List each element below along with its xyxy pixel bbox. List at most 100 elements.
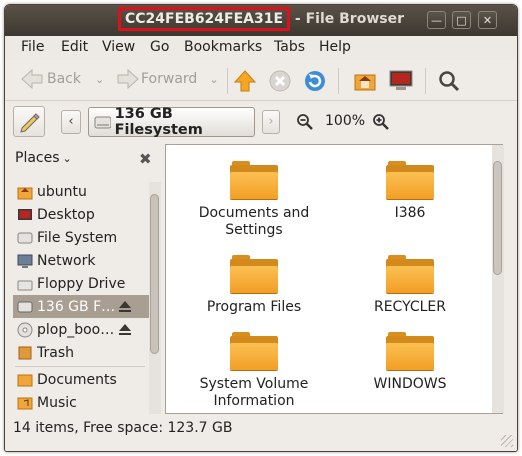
home-folder-icon[interactable] [353, 69, 377, 93]
places-dropdown[interactable]: Places ⌄ [15, 150, 72, 166]
sidebar-item-floppy-drive[interactable]: Floppy Drive [13, 272, 149, 295]
menu-edit[interactable]: Edit [61, 39, 88, 55]
close-button[interactable]: ✕ [478, 11, 497, 29]
location-bar: ‹ 136 GB Filesystem › 100% [5, 101, 517, 143]
file-view-scrollbar[interactable] [492, 145, 504, 413]
path-button-filesystem[interactable]: 136 GB Filesystem [88, 106, 255, 138]
forward-arrow-icon [117, 68, 139, 90]
toolbar-separator [227, 68, 228, 94]
eject-icon[interactable] [117, 321, 133, 341]
forward-history-chevron-icon[interactable]: ⌄ [209, 73, 218, 86]
folder-icon [386, 332, 434, 370]
folder-name: Program Files [206, 299, 302, 315]
cd-icon [17, 322, 33, 338]
sidebar-item-label: Desktop [37, 206, 95, 223]
path-label: 136 GB Filesystem [114, 106, 203, 138]
folder-name: System Volume Information [199, 376, 309, 409]
network-icon [17, 253, 33, 269]
toolbar-separator [338, 68, 339, 94]
back-history-chevron-icon[interactable]: ⌄ [95, 73, 104, 86]
back-button[interactable]: Back ⌄ [19, 67, 104, 91]
folder-icon [386, 255, 434, 293]
menu-bar: File Edit View Go Bookmarks Tabs Help [5, 36, 517, 60]
sidebar-item-label: File System [37, 229, 118, 246]
folder-icon [230, 161, 278, 199]
sidebar-divider [15, 366, 145, 367]
folder-item[interactable]: WINDOWS [350, 332, 470, 393]
sidebar-item-file-system[interactable]: File System [13, 226, 149, 249]
drive-icon [17, 230, 33, 246]
maximize-button[interactable]: □ [452, 11, 471, 29]
sidebar-scrollbar[interactable] [149, 182, 161, 414]
folder-name: WINDOWS [373, 376, 447, 392]
sidebar-item-plop-boot[interactable]: plop_boo… [13, 318, 149, 341]
zoom-level[interactable]: 100% [325, 113, 365, 129]
forward-label: Forward [141, 71, 198, 87]
folder-item[interactable]: RECYCLER [350, 255, 470, 316]
folder-icon [230, 255, 278, 293]
chevron-down-icon: ⌄ [62, 151, 72, 165]
folder-item[interactable]: I386 [350, 161, 470, 222]
up-arrow-icon[interactable] [233, 69, 257, 93]
sidebar-item-label: Network [37, 252, 96, 269]
folder-name: I386 [394, 205, 426, 221]
sidebar-item-136gb-filesystem[interactable]: 136 GB F… [13, 295, 149, 318]
sidebar-item-label: plop_boo… [37, 321, 115, 338]
folder-icon [230, 332, 278, 370]
search-icon[interactable] [437, 69, 461, 93]
sidebar-item-ubuntu[interactable]: ubuntu [13, 180, 149, 203]
trash-icon [17, 345, 33, 361]
sidebar-item-network[interactable]: Network [13, 249, 149, 272]
floppy-icon [17, 276, 33, 292]
resize-grip-icon[interactable] [501, 435, 513, 447]
menu-tabs[interactable]: Tabs [274, 39, 305, 55]
folder-item[interactable]: System Volume Information [194, 332, 314, 410]
music-folder-icon [17, 395, 33, 411]
desktop-icon [17, 207, 33, 223]
sidebar-item-music[interactable]: Music [13, 391, 149, 414]
sidebar-scrollbar-thumb[interactable] [150, 194, 159, 354]
sidebar-item-label: Music [37, 394, 77, 411]
places-label: Places [15, 150, 60, 166]
file-view: Documents and Settings I386 Program File… [165, 144, 504, 414]
back-arrow-icon [21, 68, 43, 90]
forward-button[interactable]: Forward ⌄ [115, 67, 219, 91]
stop-icon[interactable] [268, 69, 292, 93]
toolbar-separator [425, 68, 426, 94]
eject-icon[interactable] [117, 298, 133, 318]
file-browser-window: CC24FEB624FEA31E - File Browser — □ ✕ Fi… [4, 4, 518, 452]
file-view-scrollbar-thumb[interactable] [493, 161, 502, 275]
close-sidebar-icon[interactable]: ✖ [139, 150, 152, 168]
menu-bookmarks[interactable]: Bookmarks [184, 39, 262, 55]
drive-icon [17, 299, 33, 315]
reload-icon[interactable] [303, 69, 327, 93]
menu-file[interactable]: File [21, 39, 44, 55]
menu-go[interactable]: Go [150, 39, 169, 55]
computer-icon[interactable] [388, 69, 414, 93]
folder-item[interactable]: Documents and Settings [194, 161, 314, 239]
home-folder-icon [17, 184, 33, 200]
sidebar-item-documents[interactable]: Documents [13, 368, 149, 391]
toolbar: Back ⌄ Forward ⌄ [5, 60, 517, 101]
title-bar[interactable]: CC24FEB624FEA31E - File Browser — □ ✕ [5, 5, 517, 36]
folder-item[interactable]: Program Files [194, 255, 314, 316]
sidebar-item-label: Floppy Drive [37, 275, 126, 292]
status-text: 14 items, Free space: 123.7 GB [13, 420, 233, 436]
path-scroll-left-button[interactable]: ‹ [61, 110, 81, 134]
sidebar-item-label: 136 GB F… [37, 298, 116, 315]
back-label: Back [47, 71, 81, 87]
sidebar-item-desktop[interactable]: Desktop [13, 203, 149, 226]
toggle-location-entry-button[interactable] [13, 106, 45, 137]
pencil-icon [20, 113, 40, 133]
path-scroll-right-button[interactable]: › [262, 110, 280, 134]
folder-name: Documents and Settings [198, 205, 310, 238]
zoom-out-icon[interactable] [296, 113, 314, 131]
sidebar-item-trash[interactable]: Trash [13, 341, 149, 364]
menu-view[interactable]: View [102, 39, 135, 55]
minimize-button[interactable]: — [427, 11, 446, 29]
drive-icon [94, 116, 111, 129]
menu-help[interactable]: Help [319, 39, 351, 55]
zoom-in-icon[interactable] [372, 113, 390, 131]
sidebar-item-label: Documents [37, 371, 117, 388]
places-sidebar: Places ⌄ ✖ ubuntu Desktop File System Ne… [11, 144, 161, 414]
